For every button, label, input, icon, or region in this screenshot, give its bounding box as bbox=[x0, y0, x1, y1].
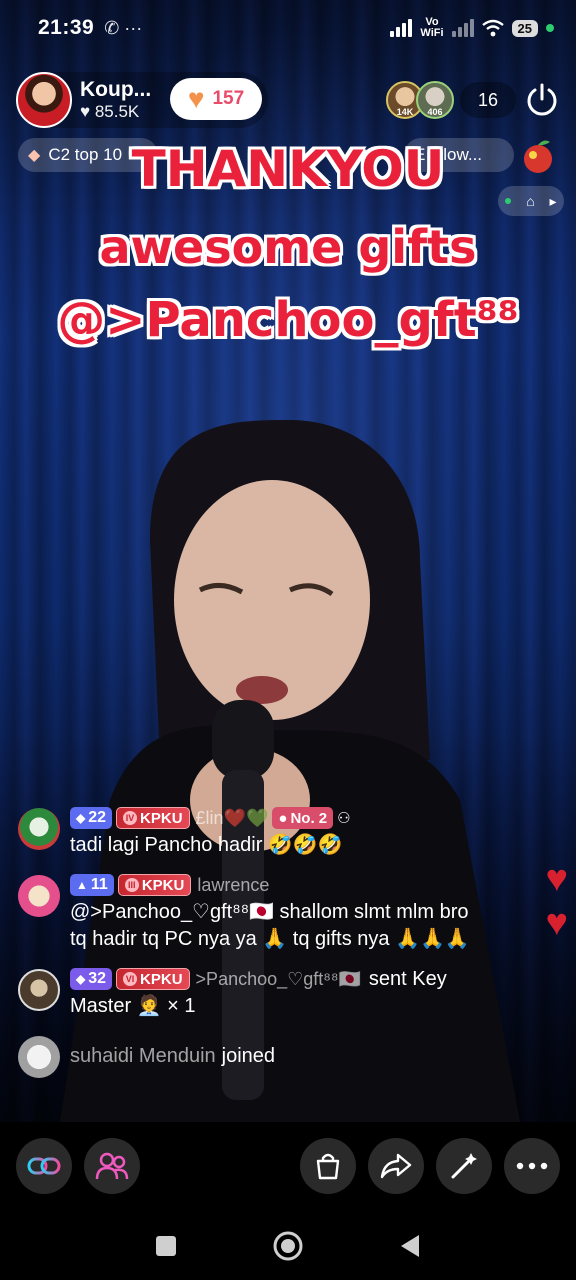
share-icon[interactable] bbox=[368, 1138, 424, 1194]
host-info-pill[interactable]: Koup... ♥ 85.5K ♥ 157 bbox=[16, 72, 268, 128]
crest-icon: IV bbox=[123, 811, 138, 825]
chat-text: tq hadir tq PC nya ya 🙏 tq gifts nya 🙏🙏🙏 bbox=[70, 928, 470, 950]
battery-indicator: 25 bbox=[511, 19, 538, 37]
host-name: Koup... bbox=[80, 78, 152, 101]
fan-club-badge: VI KPKU bbox=[116, 968, 190, 990]
status-time: 21:39 bbox=[38, 16, 95, 39]
crest-icon: VI bbox=[123, 972, 138, 986]
level-badge: ◆ 32 bbox=[70, 968, 113, 990]
power-icon[interactable] bbox=[522, 80, 562, 120]
triangle-icon: ▲ bbox=[76, 878, 88, 892]
fan-club-badge: III KPKU bbox=[117, 874, 192, 896]
more-user-icon[interactable]: ⚇ bbox=[337, 809, 350, 827]
chat-username[interactable]: lawrence bbox=[197, 875, 269, 896]
chat-username[interactable]: >Panchoo_♡gft⁸⁸🇯🇵 bbox=[196, 969, 361, 990]
system-nav-bar bbox=[0, 1210, 576, 1280]
chat-feed[interactable]: ◆ 22 IV KPKU £lin❤️💚 ● No. 2 ⚇ tadi lagi Pa… bbox=[18, 806, 558, 1092]
heart-icon: ♥ bbox=[187, 83, 205, 114]
chat-text: @>Panchoo_♡gft⁸⁸🇯🇵 shallom slmt mlm bro bbox=[70, 901, 469, 923]
diamond-icon: ◆ bbox=[76, 972, 86, 986]
user-avatar[interactable] bbox=[18, 1036, 60, 1078]
signal-icon bbox=[390, 19, 413, 37]
notification-icons: ✆ ··· bbox=[104, 17, 143, 38]
level-badge: ◆ 22 bbox=[70, 807, 113, 829]
home-icon[interactable] bbox=[270, 1228, 306, 1264]
wifi-icon bbox=[481, 19, 504, 37]
link-icon[interactable] bbox=[16, 1138, 72, 1194]
caption-line: THANKYOU bbox=[131, 140, 445, 198]
crest-icon: III bbox=[124, 878, 139, 892]
chat-message[interactable]: ▲ 11 III KPKU lawrence @>Panchoo_♡gft⁸⁸🇯🇵 … bbox=[18, 873, 558, 953]
more-icon[interactable] bbox=[504, 1138, 560, 1194]
people-icon[interactable] bbox=[84, 1138, 140, 1194]
gift-action-text: sent Key bbox=[368, 967, 447, 990]
shop-icon[interactable] bbox=[300, 1138, 356, 1194]
heart-small-icon: ♥ bbox=[80, 102, 91, 121]
recents-icon[interactable] bbox=[148, 1228, 184, 1264]
fan-club-badge: IV KPKU bbox=[116, 807, 190, 829]
user-avatar[interactable] bbox=[18, 969, 60, 1011]
medal-icon: ● bbox=[278, 809, 288, 827]
viewer-avatar[interactable]: 406 bbox=[416, 81, 454, 119]
magic-wand-icon[interactable] bbox=[436, 1138, 492, 1194]
viewer-count[interactable]: 16 bbox=[460, 82, 516, 118]
user-avatar[interactable] bbox=[18, 875, 60, 917]
caption-line: @>Panchoo_gft⁸⁸ bbox=[57, 292, 519, 348]
host-likes: ♥ 85.5K bbox=[80, 102, 140, 121]
host-avatar[interactable] bbox=[16, 72, 72, 128]
user-avatar[interactable] bbox=[18, 808, 60, 850]
privacy-dot bbox=[546, 24, 554, 32]
gift-text: Master 🧑‍💼 × 1 bbox=[70, 995, 196, 1017]
follow-count: 157 bbox=[212, 88, 245, 109]
joined-username[interactable]: suhaidi Menduin bbox=[70, 1045, 216, 1068]
join-notice: suhaidi Menduin joined bbox=[18, 1034, 558, 1078]
follow-button[interactable]: ♥ 157 bbox=[170, 78, 262, 120]
chat-message[interactable]: ◆ 22 IV KPKU £lin❤️💚 ● No. 2 ⚇ tadi lagi Pa… bbox=[18, 806, 558, 859]
overlay-caption: THANKYOU awesome gifts @>Panchoo_gft⁸⁸ bbox=[0, 138, 576, 344]
caption-line: awesome gifts bbox=[99, 220, 477, 274]
level-badge: ▲ 11 bbox=[70, 874, 114, 896]
viewer-list[interactable]: 14K 406 16 bbox=[386, 80, 516, 120]
diamond-icon: ◆ bbox=[76, 811, 86, 825]
joined-text: joined bbox=[221, 1044, 276, 1067]
signal-2-icon bbox=[451, 19, 474, 37]
bottom-toolbar bbox=[0, 1122, 576, 1210]
status-bar: 21:39 ✆ ··· Vo WiFi 25 bbox=[0, 0, 576, 56]
chat-message[interactable]: ◆ 32 VI KPKU >Panchoo_♡gft⁸⁸🇯🇵 sent Key Ma… bbox=[18, 967, 558, 1020]
chat-text: tadi lagi Pancho hadir 🤣🤣🤣 bbox=[70, 834, 343, 856]
chat-username[interactable]: £lin❤️💚 bbox=[196, 808, 269, 829]
vowifi-icon: Vo WiFi bbox=[420, 16, 444, 39]
back-icon[interactable] bbox=[392, 1228, 428, 1264]
rank-badge: ● No. 2 bbox=[272, 807, 334, 829]
